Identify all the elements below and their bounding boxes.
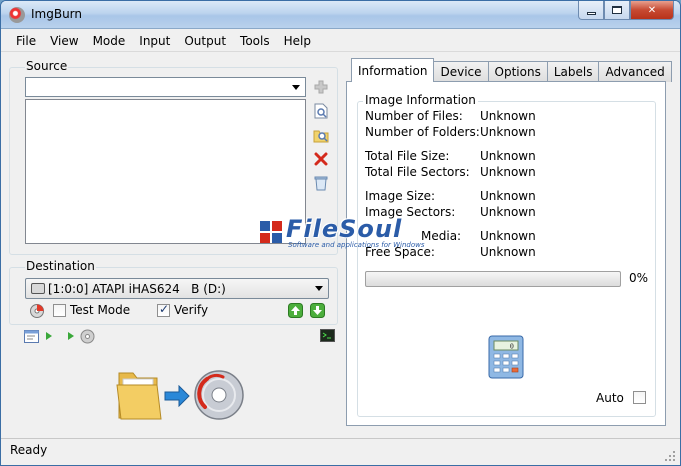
window-title: ImgBurn [31,7,83,21]
number-of-folders-value: Unknown [480,125,536,139]
image-sectors-value: Unknown [480,205,536,219]
menu-output[interactable]: Output [177,34,233,48]
play-icon[interactable] [41,328,57,344]
source-label: Source [25,59,69,73]
total-file-size-value: Unknown [480,149,536,163]
tab-advanced[interactable]: Advanced [598,61,672,82]
source-path-combo[interactable] [25,77,306,97]
free-space-value: Unknown [480,245,536,259]
drive-icon [31,283,45,294]
minimize-button[interactable] [578,1,604,20]
tab-strip: Information Device Options Labels Advanc… [351,58,672,82]
close-button[interactable]: ✕ [630,1,674,20]
verify-checkbox[interactable] [157,302,170,317]
tab-options[interactable]: Options [487,61,548,82]
menu-input[interactable]: Input [132,34,177,48]
auto-checkbox[interactable] [633,391,646,404]
number-of-files-value: Unknown [480,109,536,123]
play-queue-icon[interactable] [63,328,79,344]
disc-queue-icon[interactable] [79,328,95,344]
log-window-icon[interactable] [23,328,39,344]
total-file-sectors-label: Total File Sectors: [365,165,470,179]
total-file-sectors-value: Unknown [480,165,536,179]
maximize-button[interactable] [604,1,630,20]
delete-icon[interactable] [313,151,329,167]
disc-icon [194,370,244,420]
menu-mode[interactable]: Mode [86,34,133,48]
destination-drive-combo[interactable]: [1:0:0] ATAPI iHAS624 B (D:) [25,278,329,299]
minimize-icon [586,11,596,15]
clear-icon[interactable] [313,175,329,191]
number-of-folders-label: Number of Folders: [365,125,480,139]
watermark-brand: FileSoul [286,215,403,243]
disc-settings-icon[interactable] [29,303,45,319]
browse-folder-icon[interactable] [313,127,329,143]
folder-icon [116,372,162,420]
speed-up-icon[interactable] [287,302,303,318]
resize-grip-icon[interactable] [664,450,676,462]
browse-file-icon[interactable] [313,103,329,119]
image-size-value: Unknown [480,189,536,203]
menu-file[interactable]: File [9,34,43,48]
calculator-button[interactable]: 0 [487,334,525,380]
number-of-files-label: Number of Files: [365,109,463,123]
progress-percent: 0% [629,271,649,285]
watermark-logo: FileSoul Software and applications for W… [258,215,458,249]
chevron-down-icon [315,286,323,291]
maximize-icon [612,6,622,14]
arrow-right-icon [164,385,190,407]
tab-information[interactable]: Information [351,58,435,82]
menu-tools[interactable]: Tools [233,34,277,48]
image-size-label: Image Size: [365,189,436,203]
window-controls: ✕ [578,1,674,21]
total-file-size-label: Total File Size: [365,149,450,163]
image-information-label: Image Information [363,93,478,107]
add-icon[interactable] [313,79,329,95]
destination-drive-value: [1:0:0] ATAPI iHAS624 B (D:) [48,282,226,296]
tab-device[interactable]: Device [433,61,489,82]
imgburn-app-icon [9,7,25,23]
menu-help[interactable]: Help [277,34,318,48]
title-bar[interactable]: ImgBurn ✕ [1,1,680,29]
imgburn-window: ImgBurn ✕ File View Mode Input Output To… [0,0,681,466]
menu-view[interactable]: View [43,34,85,48]
verify-label: Verify [174,303,209,317]
watermark-mark-icon [260,221,282,243]
auto-label: Auto [596,391,624,405]
test-mode-label: Test Mode [70,303,131,317]
build-button[interactable] [113,361,247,423]
chevron-down-icon [292,85,300,90]
tab-labels[interactable]: Labels [546,61,600,82]
destination-label: Destination [25,259,96,273]
speed-down-icon[interactable] [309,302,325,318]
watermark-tagline: Software and applications for Windows [288,241,425,249]
svg-text:0: 0 [510,343,514,351]
media-value: Unknown [480,229,536,243]
calculator-icon: 0 [488,335,524,379]
menu-bar: File View Mode Input Output Tools Help [1,30,680,52]
status-bar: Ready [1,438,680,465]
close-icon: ✕ [647,4,657,16]
progress-bar [365,271,621,287]
test-mode-checkbox[interactable] [53,304,66,317]
status-text: Ready [10,443,48,457]
terminal-icon[interactable] [319,327,335,343]
